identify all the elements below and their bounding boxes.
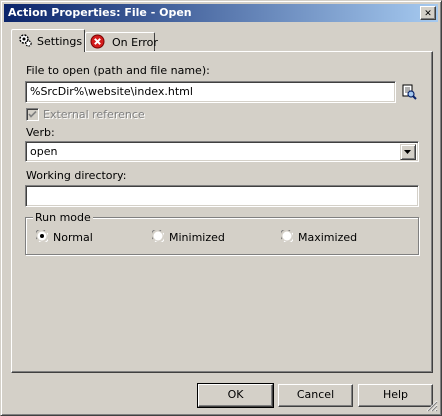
close-window-button[interactable]: ✕ bbox=[420, 6, 436, 20]
radio-minimized-label: Minimized bbox=[169, 231, 225, 244]
title-bar[interactable]: Action Properties: File - Open ✕ bbox=[4, 4, 438, 22]
window-title: Action Properties: File - Open bbox=[8, 6, 192, 19]
close-icon: ✕ bbox=[424, 9, 432, 19]
tab-on-error-label: On Error bbox=[112, 36, 158, 49]
radio-normal[interactable] bbox=[34, 228, 50, 244]
resize-grip-icon[interactable] bbox=[426, 400, 438, 412]
verb-label: Verb: bbox=[26, 126, 55, 139]
tab-settings[interactable]: Settings bbox=[11, 29, 85, 52]
tab-on-error[interactable]: On Error bbox=[85, 32, 158, 52]
file-to-open-label: File to open (path and file name): bbox=[26, 64, 210, 77]
run-mode-label: Run mode bbox=[33, 211, 93, 224]
chevron-down-icon bbox=[404, 150, 411, 154]
file-to-open-input[interactable]: %SrcDir%\website\index.html bbox=[25, 81, 396, 103]
radio-minimized[interactable] bbox=[150, 228, 166, 244]
ok-button[interactable]: OK bbox=[197, 383, 274, 408]
verb-select[interactable]: open bbox=[25, 141, 419, 162]
verb-dropdown-button[interactable] bbox=[400, 144, 416, 160]
tab-settings-label: Settings bbox=[37, 35, 83, 48]
radio-normal-label: Normal bbox=[53, 231, 93, 244]
external-reference-label: External reference bbox=[43, 108, 145, 121]
error-icon bbox=[90, 34, 105, 52]
gear-icon bbox=[18, 33, 32, 50]
browse-folder-icon bbox=[400, 84, 418, 104]
working-directory-label: Working directory: bbox=[26, 169, 127, 182]
cancel-button[interactable]: Cancel bbox=[278, 384, 353, 407]
dialog-window: Action Properties: File - Open ✕ Setting… bbox=[0, 0, 442, 416]
help-button[interactable]: Help bbox=[358, 384, 433, 407]
radio-maximized[interactable] bbox=[279, 228, 295, 244]
external-reference-checkbox[interactable] bbox=[26, 108, 39, 121]
browse-button[interactable] bbox=[400, 83, 418, 101]
radio-maximized-label: Maximized bbox=[298, 231, 358, 244]
working-directory-input[interactable] bbox=[25, 185, 419, 207]
verb-selected-value: open bbox=[30, 145, 58, 158]
checkmark-icon bbox=[28, 110, 37, 118]
